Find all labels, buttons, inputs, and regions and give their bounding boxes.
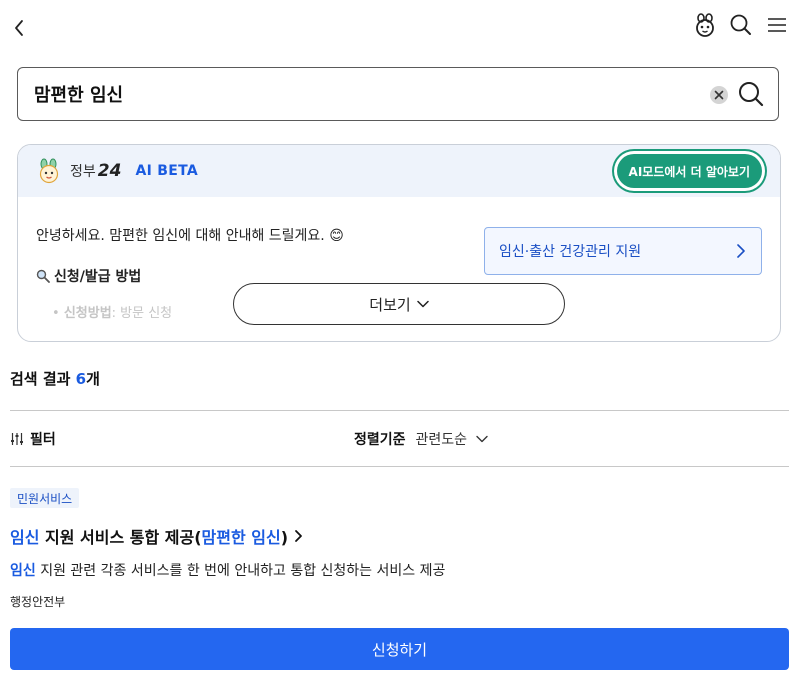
search-box — [17, 67, 779, 121]
search-icon[interactable] — [728, 12, 754, 38]
service-description: 임신 지원 관련 각종 서비스를 한 번에 안내하고 통합 신청하는 서비스 제… — [10, 560, 445, 580]
sort-label: 정렬기준 — [354, 432, 406, 448]
chevron-left-icon — [15, 20, 23, 36]
chevron-right-icon — [737, 244, 745, 258]
bullet-label: 신청방법 — [63, 306, 112, 321]
divider — [10, 410, 789, 411]
desc-rest: 지원 관련 각종 서비스를 한 번에 안내하고 통합 신청하는 서비스 제공 — [35, 563, 446, 579]
category-badge: 민원서비스 — [10, 488, 80, 508]
ai-answer-card: 정부 24 AI BETA AI모드에서 더 알아보기 안녕하세요. 맘편한 임신… — [17, 144, 781, 342]
ai-card-header: 정부 24 AI BETA AI모드에서 더 알아보기 — [18, 145, 780, 197]
brand-number: 24 — [97, 161, 122, 181]
ai-greeting: 안녕하세요. 맘편한 임신에 대해 안내해 드릴게요. 😊 — [36, 228, 344, 244]
more-button[interactable]: 더보기 — [233, 283, 565, 325]
section-title-text: 신청/발급 방법 — [54, 269, 142, 285]
title-highlight: 맘편한 임신 — [201, 528, 281, 547]
ai-beta-label: AI BETA — [135, 163, 198, 179]
chevron-down-icon — [476, 435, 488, 443]
title-highlight: 임신 — [10, 528, 40, 547]
menu-icon[interactable] — [764, 12, 790, 38]
filter-icon — [11, 433, 23, 445]
ai-section-title: 신청/발급 방법 — [36, 266, 141, 286]
title-middle: 지원 서비스 통합 제공( — [39, 528, 202, 547]
sort-select[interactable]: 관련도순 — [416, 429, 490, 449]
ai-mascot-icon[interactable] — [692, 12, 718, 38]
mascot-icon — [39, 158, 59, 184]
search-input[interactable] — [32, 82, 676, 106]
filter-button[interactable]: 필터 — [10, 429, 56, 449]
bullet-value: : 방문 신청 — [111, 306, 173, 321]
result-count: 검색 결과 6개 — [10, 368, 100, 389]
gov24-ai-logo: 정부 24 AI BETA — [36, 158, 198, 184]
back-button[interactable] — [8, 14, 32, 42]
search-button[interactable] — [736, 79, 766, 109]
ai-mode-button[interactable]: AI모드에서 더 알아보기 — [616, 154, 762, 188]
chevron-right-icon — [295, 530, 302, 542]
magnifier-icon — [36, 269, 50, 283]
more-button-label: 더보기 — [369, 295, 411, 314]
sort-control: 정렬기준 관련도순 — [354, 429, 489, 449]
agency-name: 행정안전부 — [10, 595, 66, 609]
search-icon — [739, 82, 764, 107]
chevron-down-icon — [416, 300, 429, 308]
result-count-number: 6 — [75, 370, 87, 388]
close-icon — [714, 90, 724, 100]
result-count-label: 검색 결과 — [10, 370, 71, 388]
sort-value: 관련도순 — [415, 432, 468, 448]
related-service-link[interactable]: 임신·출산 건강관리 지원 — [484, 227, 762, 275]
brand-text: 정부 — [70, 164, 96, 180]
title-end: ) — [280, 528, 289, 547]
related-service-label: 임신·출산 건강관리 지원 — [499, 244, 642, 260]
apply-button[interactable]: 신청하기 — [10, 628, 789, 670]
clear-button[interactable] — [710, 86, 728, 104]
result-count-unit: 개 — [86, 370, 100, 388]
ai-bullet-item: • 신청방법: 방문 신청 — [52, 306, 173, 321]
service-title-link[interactable]: 임신 지원 서비스 통합 제공(맘편한 임신) — [10, 524, 304, 548]
filter-label: 필터 — [30, 432, 56, 448]
desc-highlight: 임신 — [10, 563, 36, 579]
divider — [10, 466, 789, 467]
